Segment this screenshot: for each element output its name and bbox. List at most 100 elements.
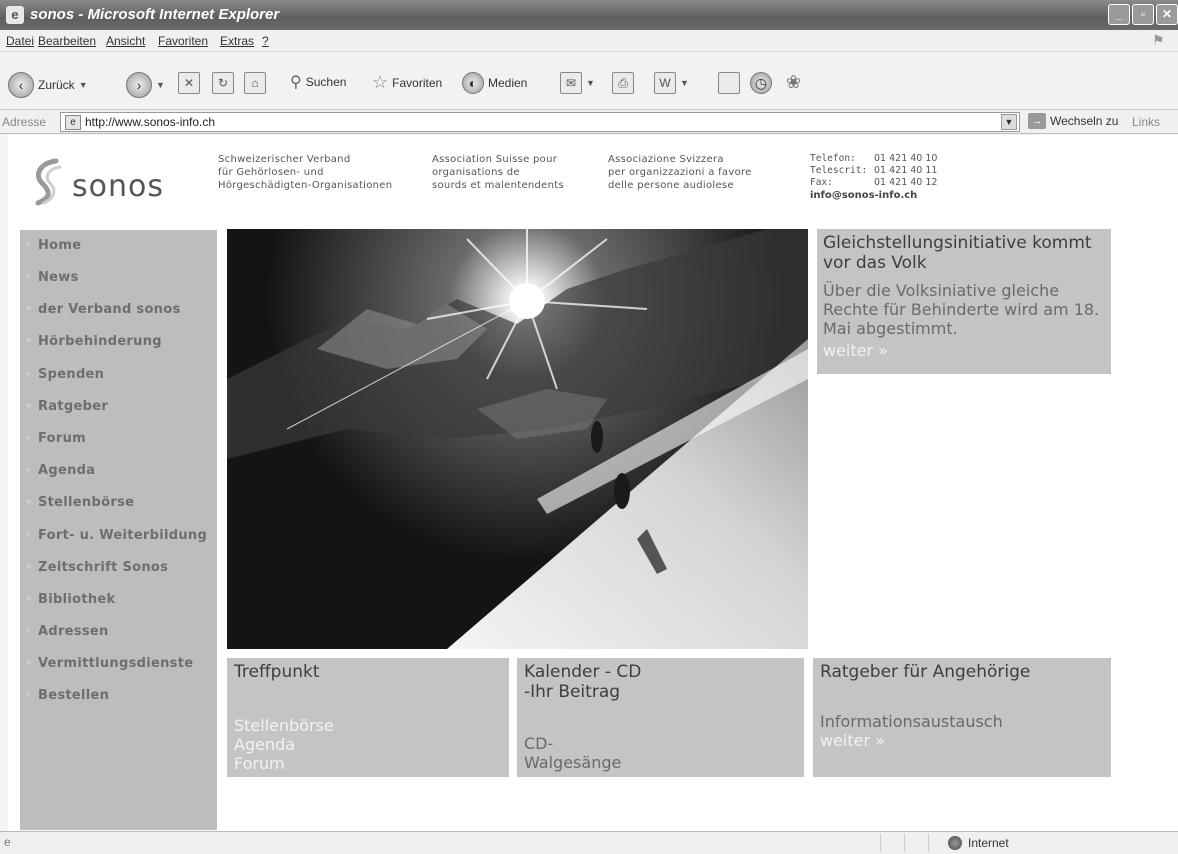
hero-photo: [227, 229, 808, 649]
email-link[interactable]: info@sonos-info.ch: [810, 190, 937, 202]
feature-more-link[interactable]: weiter »: [823, 341, 1105, 360]
home-button[interactable]: ⌂: [244, 72, 266, 94]
nav-label: Spenden: [38, 367, 105, 382]
nav-label: Zeitschrift Sonos: [38, 560, 169, 575]
search-label: Suchen: [305, 75, 347, 89]
telescrit-value: 01 421 40 11: [874, 165, 938, 176]
nav-bibliothek[interactable]: » Bibliothek: [20, 586, 217, 618]
nav-label: Vermittlungsdienste: [38, 656, 194, 671]
chevron-down-icon[interactable]: ▼: [1001, 114, 1017, 130]
maximize-icon[interactable]: ▫: [1132, 4, 1154, 25]
favorites-label: Favoriten: [392, 75, 443, 90]
hero-image: [227, 229, 808, 649]
association-line: per organizzazioni a favore: [608, 167, 752, 178]
nav-ratgeber[interactable]: » Ratgeber: [20, 393, 217, 425]
mail-button[interactable]: ✉ ▼: [560, 72, 595, 94]
minimize-icon[interactable]: _: [1108, 4, 1130, 25]
treffpunkt-link-agenda[interactable]: Agenda: [234, 735, 502, 754]
treffpunkt-box: Treffpunkt Stellenbörse Agenda Forum: [227, 658, 509, 777]
bullet-icon: ›: [26, 369, 31, 379]
favorites-button[interactable]: ☆ Favoriten: [372, 72, 442, 93]
nav-label: Adressen: [38, 624, 109, 639]
status-divider: [928, 834, 929, 852]
chevron-down-icon[interactable]: ▼: [156, 80, 165, 90]
go-button[interactable]: → Wechseln zu: [1028, 113, 1118, 129]
association-line: delle persone audiolese: [608, 180, 734, 191]
refresh-icon: ↻: [212, 72, 234, 94]
ratgeber-text: Informationsaustausch: [820, 712, 1003, 731]
nav-label: Agenda: [38, 463, 96, 478]
association-line: für Gehörlosen- und: [218, 167, 324, 178]
print-button[interactable]: ⎙: [612, 72, 634, 94]
nav-label: Forum: [38, 431, 86, 446]
refresh-button[interactable]: ↻: [212, 72, 234, 94]
bullet-icon: ›: [26, 690, 31, 700]
messenger-button[interactable]: ❀: [786, 72, 801, 93]
address-url[interactable]: http://www.sonos-info.ch: [85, 115, 215, 129]
window-title-bar: e sonos - Microsoft Internet Explorer _ …: [0, 0, 1178, 30]
close-icon[interactable]: ✕: [1156, 4, 1178, 25]
association-fr: Association Suisse pour organisations de…: [432, 153, 564, 192]
bullet-icon: »: [26, 304, 33, 314]
kalender-box[interactable]: Kalender - CD -Ihr Beitrag CD- Walgesäng…: [517, 658, 804, 777]
feature-text: Über die Volksiniative gleiche Rechte fü…: [823, 281, 1100, 338]
nav-weiterbildung[interactable]: › Fort- u. Weiterbildung: [20, 522, 217, 554]
nav-news[interactable]: › News: [20, 264, 217, 296]
menu-favoriten[interactable]: Favoriten: [158, 34, 208, 48]
menu-ansicht[interactable]: Ansicht: [106, 34, 145, 48]
menu-extras[interactable]: Extras: [220, 34, 254, 48]
forward-arrow-icon: ›: [126, 72, 152, 98]
nav-zeitschrift[interactable]: » Zeitschrift Sonos: [20, 554, 217, 586]
page-status-icon: e: [4, 835, 11, 849]
nav-vermittlungsdienste[interactable]: » Vermittlungsdienste: [20, 650, 217, 682]
nav-stellenboerse[interactable]: » Stellenbörse: [20, 489, 217, 521]
menu-bearbeiten[interactable]: Bearbeiten: [38, 34, 96, 48]
nav-verband[interactable]: » der Verband sonos: [20, 296, 217, 328]
home-icon: ⌂: [244, 72, 266, 94]
nav-adressen[interactable]: › Adressen: [20, 618, 217, 650]
search-button[interactable]: ⚲ Suchen: [290, 72, 346, 92]
feature-box[interactable]: Gleichstellungsinitiative kommt vor das …: [817, 229, 1111, 374]
stop-icon: ✕: [178, 72, 200, 94]
nav-label: der Verband sonos: [38, 302, 181, 317]
treffpunkt-link-forum[interactable]: Forum: [234, 754, 502, 773]
ratgeber-box: Ratgeber für Angehörige Informationsaust…: [813, 658, 1111, 777]
status-divider: [880, 834, 881, 852]
address-input[interactable]: e http://www.sonos-info.ch ▼: [60, 112, 1020, 132]
edit-word-button[interactable]: W ▼: [654, 72, 689, 94]
nav-hoerbehinderung[interactable]: » Hörbehinderung: [20, 328, 217, 360]
media-button[interactable]: ◐ Medien: [462, 72, 527, 94]
chevron-down-icon[interactable]: ▼: [586, 78, 595, 88]
nav-forum[interactable]: › Forum: [20, 425, 217, 457]
discuss-button[interactable]: [718, 72, 740, 94]
nav-home[interactable]: › Home: [20, 232, 217, 264]
chevron-down-icon[interactable]: ▼: [680, 78, 689, 88]
nav-spenden[interactable]: › Spenden: [20, 361, 217, 393]
nav-agenda[interactable]: › Agenda: [20, 457, 217, 489]
nav-bestellen[interactable]: › Bestellen: [20, 682, 217, 714]
links-menu[interactable]: Links: [1132, 115, 1160, 129]
site-logo[interactable]: sonos: [30, 153, 180, 213]
menu-datei[interactable]: Datei: [6, 34, 34, 48]
bullet-icon: ›: [26, 240, 31, 250]
kalender-heading-1: Kalender - CD: [524, 662, 642, 682]
back-label: Zurück: [38, 78, 75, 92]
history-button[interactable]: ◷: [750, 72, 772, 94]
window-title: sonos - Microsoft Internet Explorer: [30, 6, 280, 23]
status-bar: e Internet: [0, 831, 1178, 854]
search-icon: ⚲: [290, 74, 302, 91]
chevron-down-icon[interactable]: ▼: [79, 80, 88, 90]
association-line: sourds et malentendents: [432, 180, 565, 191]
stop-button[interactable]: ✕: [178, 72, 200, 94]
left-navigation: › Home › News » der Verband sonos » Hörbehin…: [20, 230, 217, 830]
toolbar: ‹ Zurück ▼ › ▼ ✕ ↻ ⌂ ⚲ Suchen ☆ Favorite…: [0, 52, 1178, 110]
bullet-icon: »: [26, 336, 33, 346]
go-label: Wechseln zu: [1050, 114, 1119, 128]
menu-help[interactable]: ?: [262, 34, 269, 48]
back-button[interactable]: ‹ Zurück ▼: [8, 72, 88, 98]
forward-button[interactable]: › ▼: [126, 72, 165, 98]
treffpunkt-link-stellenboerse[interactable]: Stellenbörse: [234, 716, 502, 735]
association-de: Schweizerischer Verband für Gehörlosen- …: [218, 153, 392, 192]
association-line: organisations de: [432, 167, 520, 178]
ratgeber-more-link[interactable]: weiter »: [820, 731, 1104, 750]
